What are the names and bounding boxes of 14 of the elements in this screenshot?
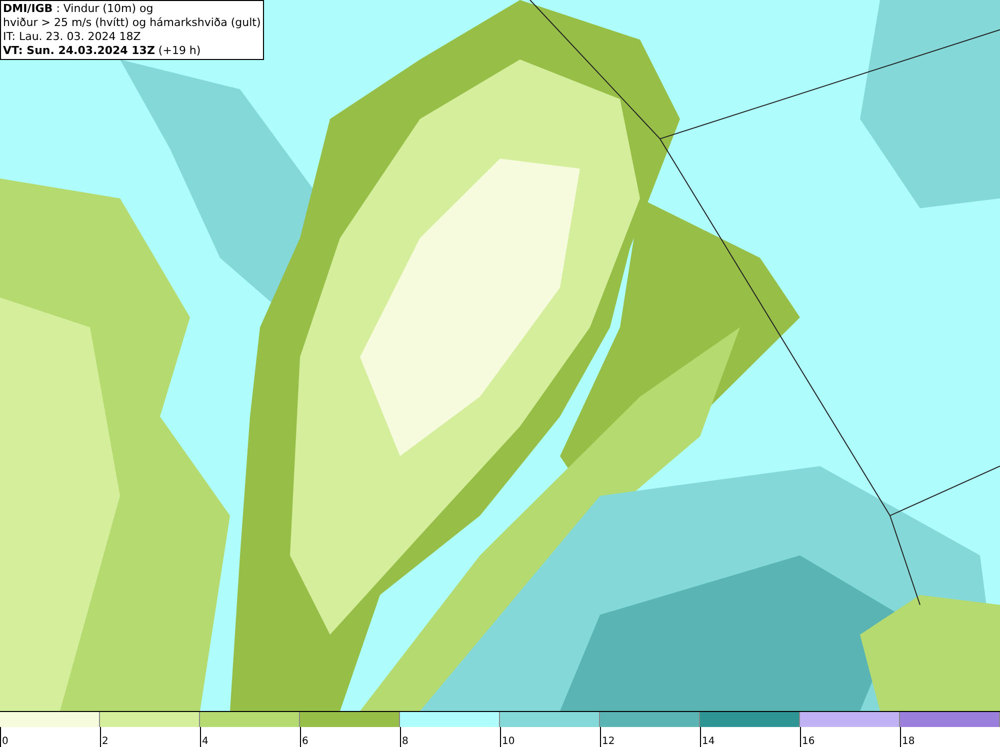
info-text: IT: Lau. 23. 03. 2024 18Z [3,30,142,44]
legend-tick-label: 6 [301,735,308,747]
legend-tick-label: 4 [201,735,208,747]
legend-tick-label: 14 [701,735,715,747]
legend-tick-label: 16 [801,735,815,747]
legend-tick-label: 8 [401,735,408,747]
legend-tick-label: 12 [601,735,615,747]
info-text: DMI/IGB : Vindur (10m) og [3,2,154,16]
legend-tick-label: 10 [501,735,515,747]
legend-tick-label: 18 [901,735,915,747]
info-text: hviður > 25 m/s (hvítt) og hámarkshviða (gult) [3,16,261,30]
legend-tick-label: 2 [101,735,108,747]
info-text: VT: Sun. 24.03.2024 13Z (+19 h) [3,44,202,58]
legend-tick-label: 0 [1,735,8,747]
